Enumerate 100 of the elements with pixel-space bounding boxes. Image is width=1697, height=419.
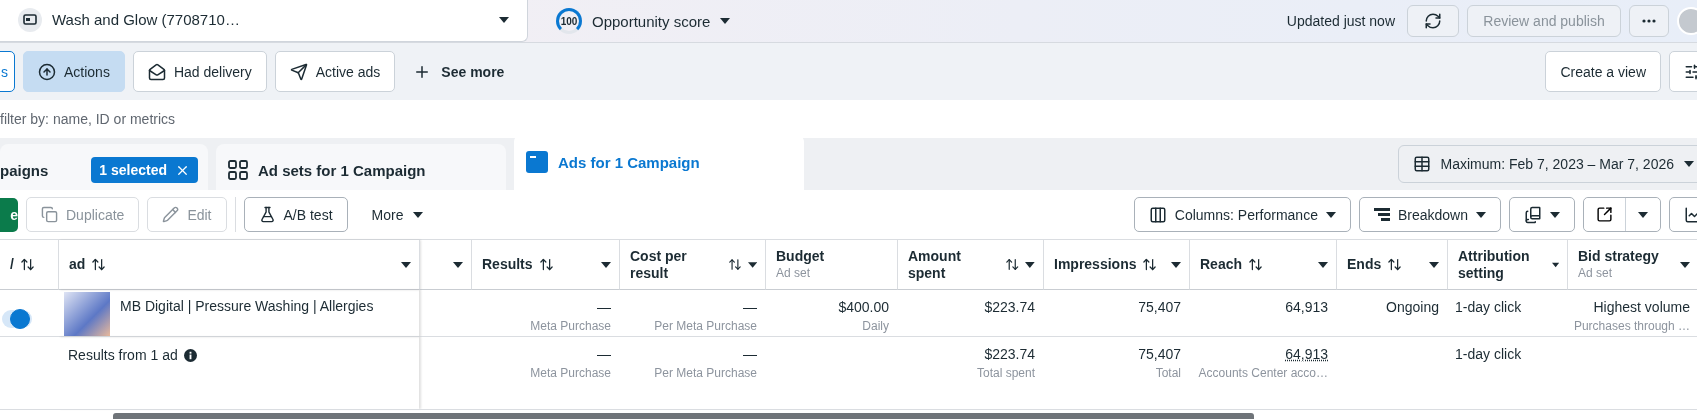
refresh-icon [1424,12,1442,30]
caret-icon [720,18,731,24]
chart-icon [1684,205,1697,224]
column-header[interactable]: Budget Ad set [765,240,897,290]
column-title: Impressions [1054,256,1137,273]
reports-dropdown[interactable] [1509,197,1575,232]
filter-chip[interactable]: s [0,51,15,92]
cell-note: Total [1155,365,1181,382]
toolbar-button[interactable]: A/B test [243,197,348,232]
caret-icon[interactable] [1171,261,1181,268]
cell-value: 64,913 [1285,298,1328,316]
search-field[interactable]: filter by: name, ID or metrics [0,111,400,127]
photo-placeholder [64,292,110,336]
caret-icon[interactable] [1025,261,1035,268]
caret-icon[interactable] [1551,261,1559,268]
caret-icon[interactable] [1429,261,1439,268]
column-header[interactable]: Bid strategy Ad set [1567,240,1697,290]
tab[interactable]: paigns 1 selected [0,144,208,190]
column-title: Amount spent [908,247,962,282]
sort-icon[interactable] [1142,257,1158,272]
column-header[interactable]: Amount spent [897,240,1043,290]
cell-note: Meta Purchase [530,318,611,335]
tab[interactable]: Ads for 1 Campaign [514,138,804,190]
see-more-button[interactable]: See more [403,51,515,92]
cell-note: Per Meta Purchase [654,365,757,382]
columns-dropdown[interactable]: Columns: Performance [1133,197,1351,232]
cell-note: Per Meta Purchase [654,318,757,335]
export-split-button[interactable] [1583,197,1661,232]
cell-value: 75,407 [1138,298,1181,316]
cell-value: — [743,298,757,316]
cell-value: 64,913 [1285,345,1328,363]
envelope-icon [147,62,166,81]
column-header[interactable]: Ends [1336,240,1447,290]
caret-icon [1638,211,1648,218]
account-dropdown[interactable]: Wash and Glow (7708710… [0,0,528,42]
column-title: / [10,256,14,273]
caret-icon[interactable] [453,261,463,268]
filter-chip[interactable]: Actions [23,51,125,92]
flask-icon [258,206,276,223]
calendar-icon [1412,155,1431,173]
sort-icon[interactable] [538,257,554,272]
caret-icon[interactable] [1680,261,1690,268]
sort-icon[interactable] [19,257,35,272]
date-range-button[interactable]: Maximum: Feb 7, 2023 – Mar 7, 2026 [1397,145,1697,183]
create-view-button[interactable]: Create a view [1545,51,1661,92]
column-header[interactable]: / [0,240,58,290]
column-title: Bid strategy [1578,247,1659,265]
column-header[interactable]: Cost per result [619,240,765,290]
cell-value: 75,407 [1138,345,1181,363]
more-icon [1642,19,1656,23]
cell-note: Purchases through … [1573,318,1690,335]
column-title: Ends [1347,256,1382,273]
sort-icon[interactable] [727,257,742,272]
info-icon [183,348,197,362]
caret-icon[interactable] [1318,261,1328,268]
sort-icon[interactable] [1248,257,1264,272]
cell-value: $223.74 [984,298,1035,316]
breakdown-dropdown[interactable]: Breakdown [1358,197,1501,232]
arrow-up-circle-icon [38,62,56,81]
caret-icon [1684,161,1694,167]
refresh-button[interactable] [1407,5,1459,37]
caret-icon [1476,211,1486,218]
column-header[interactable]: ad [58,240,419,290]
cell-value: Highest volume [1593,298,1690,316]
reports-icon [1524,205,1542,224]
export-icon [1596,206,1613,223]
sort-icon[interactable] [1004,257,1020,272]
caret-icon[interactable] [401,261,411,268]
export-menu-button[interactable] [1625,198,1660,231]
scrollbar-thumb[interactable] [113,413,1254,419]
tab[interactable]: Ad sets for 1 Campaign [216,144,506,190]
selection-badge[interactable]: 1 selected [91,157,198,183]
column-header[interactable]: Results [471,240,619,290]
column-header[interactable]: Reach [1189,240,1336,290]
caret-icon[interactable] [747,261,757,268]
paper-plane-icon [289,62,308,81]
cell-value: — [597,345,611,363]
caret-icon[interactable] [601,261,611,268]
toggle-switch[interactable] [2,310,32,328]
breakdown-icon [1373,207,1390,222]
caret-icon [1550,211,1560,218]
cell-value: 1-day click [1455,298,1522,316]
copy-icon [41,206,58,223]
sort-icon[interactable] [1387,257,1403,272]
column-header[interactable]: Attribution setting [1447,240,1567,290]
summary-label: Results from 1 ad [68,347,178,363]
opportunity-score-dropdown[interactable]: 100 Opportunity score [552,8,735,34]
create-button[interactable]: e [0,197,18,232]
more-dropdown[interactable]: More [361,194,434,235]
update-status: Updated just now [1286,13,1395,29]
cell-value: — [743,345,757,363]
column-title: Budget [776,247,825,265]
sort-icon[interactable] [91,257,107,272]
pencil-icon [162,206,180,223]
cell-note: Accounts Center acco… [1198,365,1328,382]
column-header[interactable]: Impressions [1043,240,1189,290]
column-subtitle: Ad set [1578,264,1614,282]
filter-chip[interactable]: Had delivery [132,51,267,92]
filter-chip[interactable]: Active ads [274,51,396,92]
account-icon [18,7,42,32]
